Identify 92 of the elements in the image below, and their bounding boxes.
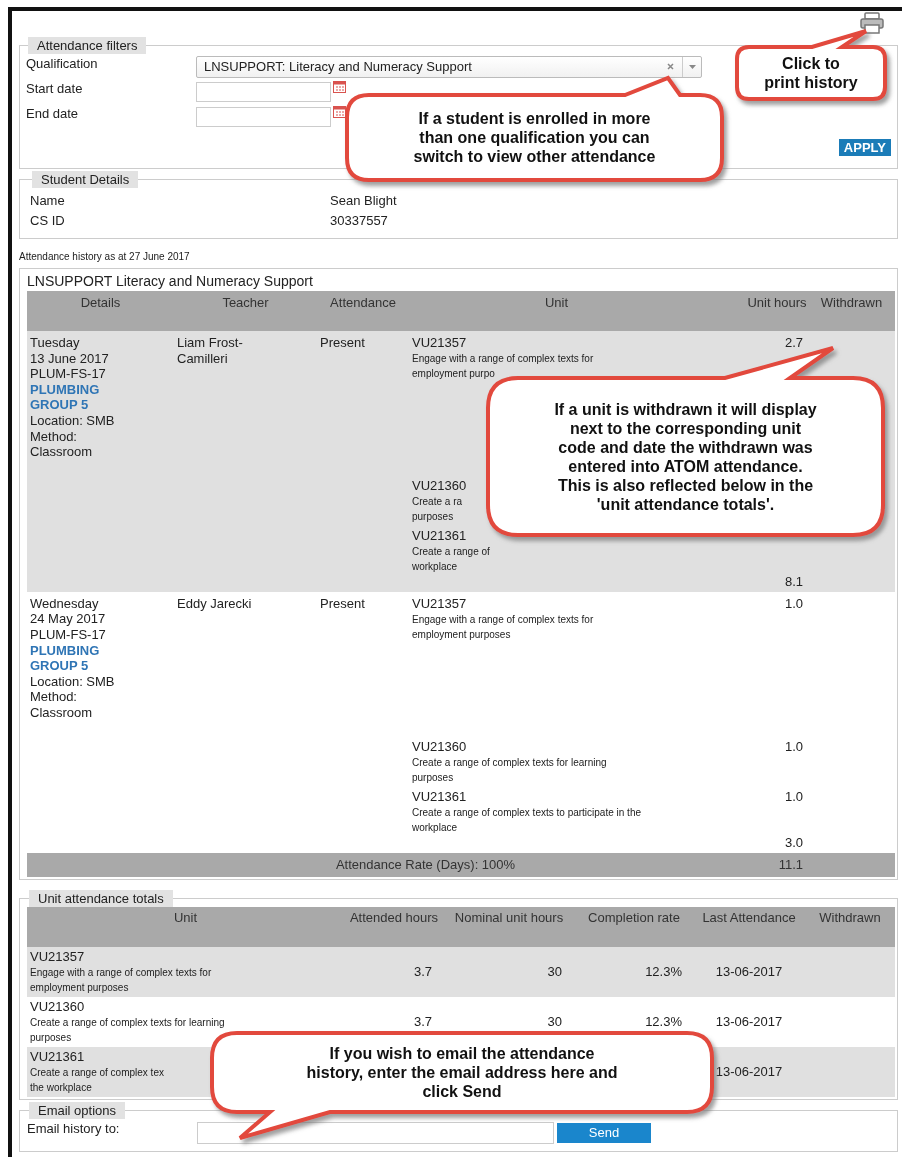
group-link[interactable]: PLUMBING GROUP 5	[30, 642, 142, 674]
callout-text: Click to print history	[764, 54, 858, 92]
unit-description: Create a range of complex tex the workplace	[30, 1065, 164, 1095]
field-value: Sean Blight	[330, 192, 397, 208]
unit-description: Create a range of complex texts for learning purposes	[412, 755, 607, 785]
column-header: Nominal unit hours	[453, 908, 565, 927]
unit-description: Engage with a range of complex texts for employment purposes	[412, 612, 594, 642]
unit-description: Create a ra purposes	[412, 494, 463, 524]
clear-icon[interactable]	[667, 63, 674, 70]
date-field[interactable]	[196, 81, 331, 102]
unit-hours: 1.0	[784, 738, 803, 754]
method-text: Method: Classroom	[30, 428, 94, 460]
method-text: Method: Classroom	[30, 689, 94, 721]
nominal-hours: 30	[547, 964, 562, 979]
column-header: Completion rate	[587, 908, 681, 927]
column-header: Withdrawn	[818, 908, 882, 927]
date-text: 13 June 2017	[30, 350, 110, 367]
teacher-name: Liam Frost-Camilleri	[177, 335, 243, 366]
group-link[interactable]: PLUMBING GROUP 5	[30, 381, 142, 413]
section-title: Student Details	[32, 171, 139, 188]
column-header: Unit	[172, 908, 199, 927]
section-title: Email options	[29, 1101, 126, 1119]
history-caption: Attendance history as at 27 June 2017	[19, 251, 191, 262]
field-label: End date	[26, 105, 80, 121]
qualification-select[interactable]: LNSUPPORT: Literacy and Numeracy Support	[196, 55, 702, 78]
column-header: Teacher	[221, 294, 270, 312]
completion-rate: 12.3%	[645, 964, 682, 979]
row-total-hours: 3.0	[784, 834, 803, 850]
attendance-status: Present	[320, 335, 365, 350]
unit-hours: 2.7	[784, 335, 803, 350]
attended-hours: 3.7	[413, 964, 432, 979]
unit-code: VU21357	[412, 595, 467, 612]
row-total-hours: 8.1	[784, 573, 803, 589]
total-hours: 11.1	[777, 857, 804, 872]
email-field[interactable]	[197, 1121, 554, 1144]
field-label: Email history to:	[27, 1119, 121, 1136]
last-attendance: 13-06-2017	[715, 964, 783, 979]
column-header: Attendance	[329, 294, 397, 312]
unit-description: Create a range of complex texts for learning purposes	[30, 1015, 225, 1045]
unit-code: VU21357	[412, 335, 467, 351]
field-label: Start date	[26, 80, 84, 96]
field-label: Qualification	[26, 55, 99, 71]
unit-code: VU21360	[412, 738, 467, 755]
date-field[interactable]	[196, 106, 331, 127]
section-title: Attendance filters	[28, 37, 147, 54]
location-text: Location: SMB	[30, 673, 116, 690]
unit-hours: 1.0	[784, 788, 803, 804]
unit-code: VU21360	[412, 477, 467, 494]
completion-rate: 12.3%	[645, 1014, 682, 1029]
field-label: Name	[30, 192, 66, 208]
callout-text: If a student is enrolled in more than one qualification you can switch to view other attendance	[413, 109, 656, 166]
column-header: Attended hours	[348, 908, 440, 927]
column-header: Unit hours	[747, 294, 807, 312]
attendance-rate: Attendance Rate (Days): 100%	[334, 857, 517, 872]
calendar-icon[interactable]	[333, 81, 346, 93]
nominal-hours: 30	[547, 1014, 562, 1029]
attended-hours: 3.7	[413, 1014, 432, 1029]
day-text: Wednesday	[30, 595, 100, 612]
printer-icon[interactable]	[860, 12, 884, 34]
location-text: Location: SMB	[30, 412, 116, 429]
callout-text: If you wish to email the attendance history, enter the email address here and click Send	[306, 1044, 618, 1101]
date-text: 24 May 2017	[30, 611, 107, 627]
unit-code: VU21357	[30, 948, 85, 965]
unit-code: VU21361	[412, 788, 467, 805]
unit-code: VU21360	[30, 998, 85, 1015]
last-attendance: 13-06-2017	[715, 1014, 783, 1029]
column-header: Details	[79, 294, 122, 312]
unit-hours: 1.0	[784, 595, 803, 611]
callout-text: If a unit is withdrawn it will display next to the corresponding unit code and date the withdrawn was entered into ATOM attendance. This is also reflected below in the 'unit attendance totals'.	[554, 399, 817, 514]
field-label: CS ID	[30, 212, 66, 228]
caret-icon	[688, 64, 696, 69]
section-title: Unit attendance totals	[29, 889, 173, 907]
unit-description: Create a range of complex texts to participate in the workplace	[412, 805, 641, 835]
column-header: Unit	[543, 294, 570, 312]
unit-description: Engage with a range of complex texts for employment purposes	[30, 965, 212, 995]
class-code: PLUM-FS-17	[30, 366, 107, 382]
panel-title: LNSUPPORT Literacy and Numeracy Support	[27, 273, 314, 291]
unit-description: Engage with a range of complex texts for employment purpo	[412, 352, 594, 381]
column-header: Withdrawn	[819, 294, 884, 312]
unit-description: Create a range of workplace	[412, 544, 490, 574]
unit-code: VU21361	[30, 1048, 85, 1065]
field-value: 30337557	[330, 212, 388, 228]
class-code: PLUM-FS-17	[30, 626, 107, 643]
attendance-status: Present	[320, 595, 365, 611]
unit-code: VU21361	[412, 527, 467, 544]
column-header: Last Attendance	[701, 908, 797, 927]
teacher-name: Eddy Jarecki	[177, 595, 252, 611]
apply-button[interactable]: APPLY	[838, 139, 891, 156]
calendar-icon[interactable]	[333, 106, 346, 118]
last-attendance: 13-06-2017	[715, 1064, 783, 1079]
day-text: Tuesday	[30, 335, 81, 351]
send-button[interactable]: Send	[557, 1122, 651, 1143]
